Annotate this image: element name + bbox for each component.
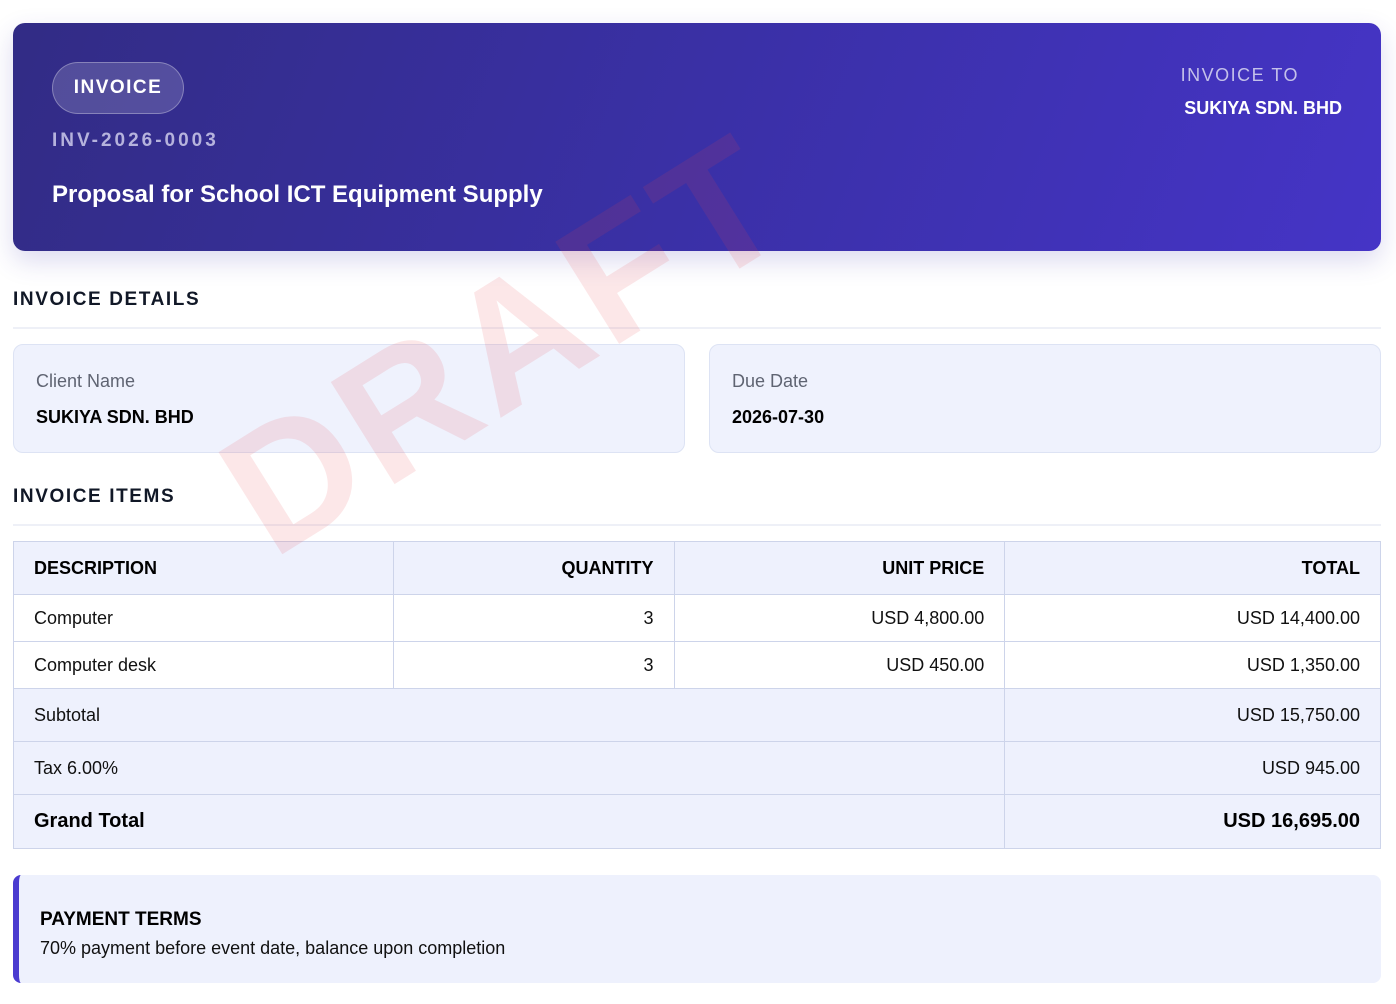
item-total: USD 1,350.00 — [1004, 641, 1381, 689]
proposal-title: Proposal for School ICT Equipment Supply — [52, 181, 543, 208]
invoice-details-heading: INVOICE DETAILS — [13, 289, 201, 310]
tax-value: USD 945.00 — [1004, 741, 1381, 795]
items-divider — [13, 524, 1381, 526]
client-name-card: Client Name SUKIYA SDN. BHD — [13, 344, 685, 453]
column-header-total: TOTAL — [1004, 541, 1381, 595]
grand-total-label: Grand Total — [12, 794, 1006, 849]
grand-total-value: USD 16,695.00 — [1004, 794, 1381, 849]
details-divider — [13, 327, 1381, 329]
due-date-label: Due Date — [732, 371, 809, 391]
column-header-description: DESCRIPTION — [13, 541, 394, 595]
subtotal-value: USD 15,750.00 — [1004, 688, 1381, 742]
invoice-items-table: DESCRIPTION QUANTITY UNIT PRICE TOTAL Co… — [12, 541, 1381, 849]
table-row: Computer 3 USD 4,800.00 USD 14,400.00 — [13, 594, 1381, 642]
invoice-header: INVOICE INV-2026-0003 Proposal for Schoo… — [13, 23, 1381, 251]
item-unit-price: USD 4,800.00 — [673, 594, 1006, 642]
column-header-unit-price: UNIT PRICE — [673, 541, 1006, 595]
item-unit-price: USD 450.00 — [673, 641, 1006, 689]
client-name-label: Client Name — [36, 371, 136, 391]
invoice-to-label: INVOICE TO — [1180, 65, 1299, 85]
item-quantity: 3 — [392, 641, 675, 689]
table-row: Computer desk 3 USD 450.00 USD 1,350.00 — [13, 641, 1381, 689]
payment-terms-title: PAYMENT TERMS — [40, 909, 202, 930]
grand-total-row: Grand Total USD 16,695.00 — [12, 794, 1381, 849]
subtotal-label: Subtotal — [12, 688, 1006, 742]
item-description: Computer desk — [13, 641, 394, 689]
due-date-card: Due Date 2026-07-30 — [709, 344, 1381, 453]
invoice-items-heading: INVOICE ITEMS — [13, 486, 176, 507]
table-header-row: DESCRIPTION QUANTITY UNIT PRICE TOTAL — [13, 541, 1381, 595]
tax-row: Tax 6.00% USD 945.00 — [12, 741, 1381, 795]
client-name-value: SUKIYA SDN. BHD — [36, 407, 194, 427]
invoice-badge: INVOICE — [52, 62, 184, 114]
invoice-number: INV-2026-0003 — [52, 130, 219, 151]
payment-terms-box: PAYMENT TERMS 70% payment before event d… — [13, 875, 1381, 983]
payment-terms-text: 70% payment before event date, balance u… — [40, 938, 506, 958]
item-description: Computer — [13, 594, 394, 642]
subtotal-row: Subtotal USD 15,750.00 — [12, 688, 1381, 742]
column-header-quantity: QUANTITY — [392, 541, 675, 595]
invoice-to-name: SUKIYA SDN. BHD — [1184, 98, 1342, 118]
item-quantity: 3 — [392, 594, 675, 642]
tax-label: Tax 6.00% — [12, 741, 1006, 795]
item-total: USD 14,400.00 — [1004, 594, 1381, 642]
due-date-value: 2026-07-30 — [732, 407, 825, 427]
